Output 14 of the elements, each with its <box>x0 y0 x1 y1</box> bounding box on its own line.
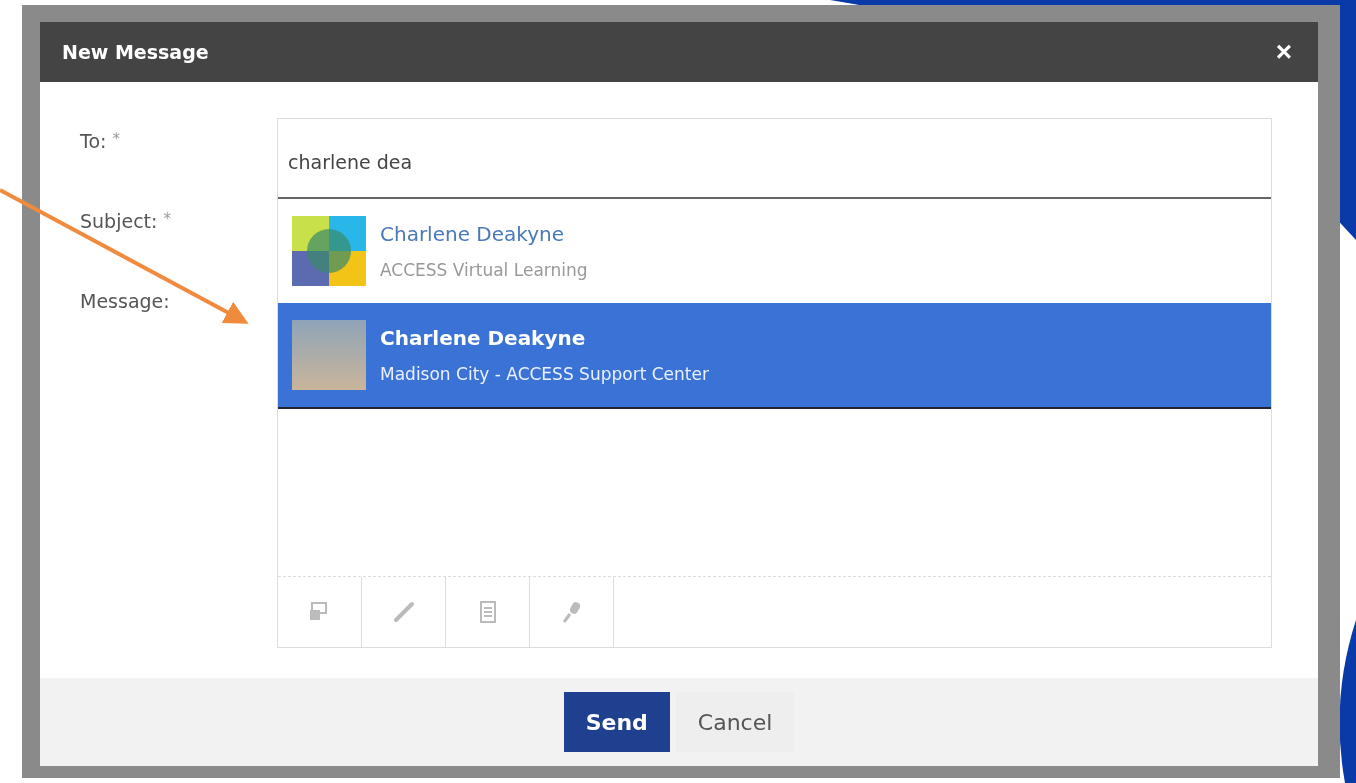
suggestion-item[interactable]: Charlene Deakyne Madison City - ACCESS Support Center <box>278 303 1271 407</box>
cancel-button[interactable]: Cancel <box>675 692 795 752</box>
contact-detail: Madison City - ACCESS Support Center <box>380 364 709 384</box>
contact-name: Charlene Deakyne <box>380 326 587 350</box>
close-button[interactable]: × <box>1271 38 1296 66</box>
contact-detail: ACCESS Virtual Learning <box>380 260 588 280</box>
dialog-title: New Message <box>62 41 209 63</box>
contact-name: Charlene Deakyne <box>380 222 565 246</box>
field-label: Subject: * <box>80 210 172 232</box>
logo-icon <box>292 216 366 286</box>
field-label: Message: <box>80 290 171 312</box>
send-button[interactable]: Send <box>563 692 670 752</box>
field-label: To: * <box>80 130 121 152</box>
message-editor[interactable]: charlene dea Charlene Deakyne ACCESS Virtual Learning Charlene Deakyne Madison City - ACCESS Support Center <box>277 118 1272 648</box>
